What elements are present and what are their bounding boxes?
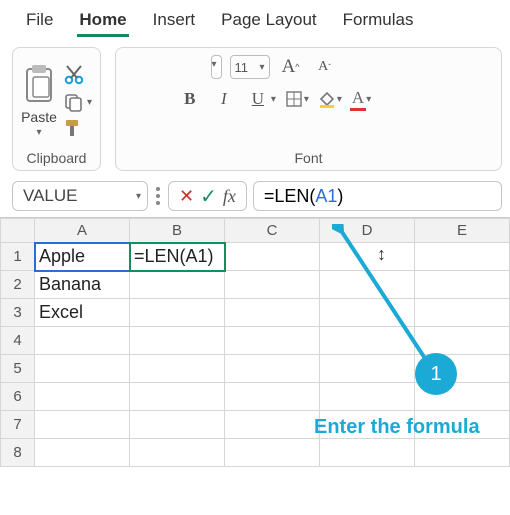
cell-D1[interactable] bbox=[320, 243, 415, 271]
group-label-font: Font bbox=[124, 146, 493, 168]
chevron-down-icon: ▾ bbox=[304, 94, 309, 105]
ribbon: Paste ▾ ▾ bbox=[0, 39, 510, 175]
borders-icon bbox=[284, 89, 304, 109]
font-name-select[interactable]: ▾ bbox=[211, 55, 222, 79]
chevron-down-icon: ▾ bbox=[212, 59, 217, 70]
shrink-font-button[interactable]: Aˇ bbox=[312, 54, 338, 80]
cell-B1[interactable]: =LEN(A1) bbox=[130, 243, 225, 271]
chevron-down-icon: ▾ bbox=[271, 94, 276, 105]
cell-E2[interactable] bbox=[415, 271, 510, 299]
cut-button[interactable] bbox=[63, 64, 92, 86]
font-color-icon: A bbox=[350, 88, 366, 111]
name-box[interactable]: VALUE ▾ bbox=[12, 181, 148, 211]
grow-font-button[interactable]: A^ bbox=[278, 54, 304, 80]
cell-A3[interactable]: Excel bbox=[35, 299, 130, 327]
paintbrush-icon bbox=[63, 118, 83, 138]
col-header-A[interactable]: A bbox=[35, 219, 130, 243]
chevron-down-icon: ▾ bbox=[260, 62, 265, 73]
font-color-button[interactable]: A ▾ bbox=[350, 88, 371, 111]
tab-file[interactable]: File bbox=[24, 6, 55, 37]
cell-E1[interactable] bbox=[415, 243, 510, 271]
row-header-7[interactable]: 7 bbox=[1, 411, 35, 439]
ribbon-tabs: File Home Insert Page Layout Formulas bbox=[0, 0, 510, 39]
cell-D2[interactable] bbox=[320, 271, 415, 299]
chevron-down-icon: ▾ bbox=[337, 94, 342, 105]
group-label-clipboard: Clipboard bbox=[21, 146, 92, 168]
cell-C1[interactable] bbox=[225, 243, 320, 271]
col-header-B[interactable]: B bbox=[130, 219, 225, 243]
cell-A8[interactable] bbox=[35, 439, 130, 467]
col-header-C[interactable]: C bbox=[225, 219, 320, 243]
select-all-corner[interactable] bbox=[1, 219, 35, 243]
cell-A1[interactable]: Apple bbox=[35, 243, 130, 271]
chevron-down-icon: ▾ bbox=[87, 97, 92, 108]
paste-button[interactable]: Paste ▾ bbox=[21, 63, 57, 138]
row-header-4[interactable]: 4 bbox=[1, 327, 35, 355]
paste-label: Paste bbox=[21, 109, 57, 125]
tab-page-layout[interactable]: Page Layout bbox=[219, 6, 318, 37]
row-header-5[interactable]: 5 bbox=[1, 355, 35, 383]
tab-home[interactable]: Home bbox=[77, 6, 128, 37]
annotation-text: Enter the formula bbox=[314, 416, 480, 439]
separator-icon bbox=[156, 194, 160, 198]
italic-button[interactable]: I bbox=[211, 86, 237, 112]
cell-A5[interactable] bbox=[35, 355, 130, 383]
resize-cursor-icon: ↕ bbox=[377, 244, 386, 265]
bucket-icon bbox=[317, 89, 337, 109]
cell-A4[interactable] bbox=[35, 327, 130, 355]
col-header-D[interactable]: D bbox=[320, 219, 415, 243]
bold-button[interactable]: B bbox=[177, 86, 203, 112]
cell-B3[interactable] bbox=[130, 299, 225, 327]
cell-C2[interactable] bbox=[225, 271, 320, 299]
formula-bar-row: VALUE ▾ ✕ ✓ fx =LEN(A1) bbox=[0, 175, 510, 217]
fill-color-button[interactable]: ▾ bbox=[317, 89, 342, 109]
row-header-6[interactable]: 6 bbox=[1, 383, 35, 411]
row-header-8[interactable]: 8 bbox=[1, 439, 35, 467]
copy-button[interactable]: ▾ bbox=[63, 92, 92, 112]
group-font: ▾ 11▾ A^ Aˇ B I U▾ ▾ ▾ A ▾ bbox=[115, 47, 502, 171]
cell-A7[interactable] bbox=[35, 411, 130, 439]
format-painter-button[interactable] bbox=[63, 118, 92, 138]
cell-A2[interactable]: Banana bbox=[35, 271, 130, 299]
cell-E3[interactable] bbox=[415, 299, 510, 327]
font-size-select[interactable]: 11▾ bbox=[230, 55, 270, 79]
row-header-1[interactable]: 1 bbox=[1, 243, 35, 271]
cell-C3[interactable] bbox=[225, 299, 320, 327]
tab-formulas[interactable]: Formulas bbox=[341, 6, 416, 37]
accept-formula-button[interactable]: ✓ bbox=[200, 184, 217, 209]
tab-insert[interactable]: Insert bbox=[151, 6, 198, 37]
col-header-E[interactable]: E bbox=[415, 219, 510, 243]
row-header-2[interactable]: 2 bbox=[1, 271, 35, 299]
cancel-formula-button[interactable]: ✕ bbox=[179, 186, 194, 207]
fx-button[interactable]: fx bbox=[223, 186, 236, 207]
chevron-down-icon: ▾ bbox=[366, 94, 371, 105]
row-header-3[interactable]: 3 bbox=[1, 299, 35, 327]
cell-D3[interactable] bbox=[320, 299, 415, 327]
chevron-down-icon: ▾ bbox=[136, 191, 141, 202]
scissors-icon bbox=[63, 64, 85, 86]
chevron-down-icon: ▾ bbox=[36, 127, 41, 138]
copy-icon bbox=[63, 92, 83, 112]
cell-A6[interactable] bbox=[35, 383, 130, 411]
group-clipboard: Paste ▾ ▾ bbox=[12, 47, 101, 171]
clipboard-icon bbox=[21, 63, 57, 107]
formula-input[interactable]: =LEN(A1) bbox=[253, 181, 502, 211]
annotation-step-badge: 1 bbox=[415, 353, 457, 395]
underline-button[interactable]: U▾ bbox=[245, 86, 276, 112]
cell-B2[interactable] bbox=[130, 271, 225, 299]
borders-button[interactable]: ▾ bbox=[284, 89, 309, 109]
